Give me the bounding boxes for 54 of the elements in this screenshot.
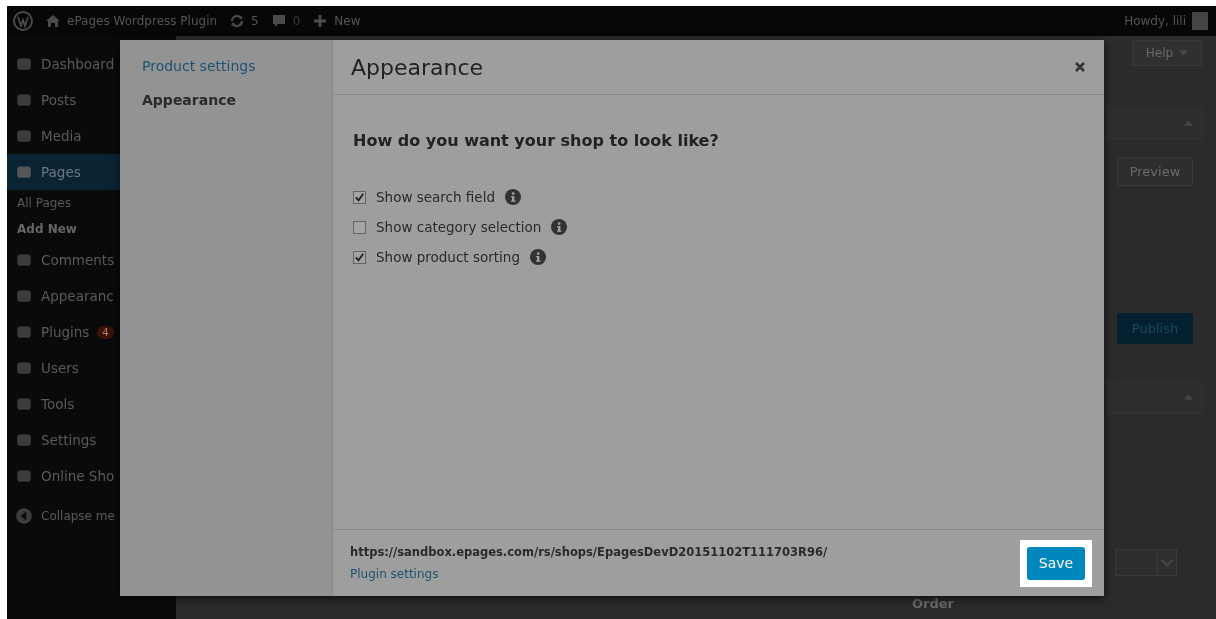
collapse-icon bbox=[15, 507, 33, 525]
collapse-menu-item[interactable]: Collapse me bbox=[7, 498, 176, 534]
menu-icon bbox=[15, 55, 33, 73]
option-label[interactable]: Show search field bbox=[376, 189, 495, 205]
option-label[interactable]: Show category selection bbox=[376, 219, 542, 235]
sidebar-item[interactable]: Tools bbox=[7, 386, 176, 422]
order-label: Order bbox=[912, 596, 954, 611]
section-question: How do you want your shop to look like? bbox=[353, 131, 720, 150]
comment-icon[interactable] bbox=[270, 13, 287, 29]
preview-button[interactable]: Preview bbox=[1117, 157, 1193, 186]
menu-icon bbox=[15, 163, 33, 181]
checkbox[interactable] bbox=[353, 220, 366, 234]
sidebar-item[interactable]: Plugins 4 bbox=[7, 314, 176, 350]
sidebar-item[interactable]: Online Sho bbox=[7, 458, 176, 494]
menu-icon bbox=[15, 431, 33, 449]
caret-icon bbox=[1179, 50, 1189, 56]
menu-icon bbox=[15, 395, 33, 413]
save-button[interactable]: Save bbox=[1027, 546, 1085, 580]
site-title-link[interactable]: ePages Wordpress Plugin bbox=[67, 14, 218, 28]
menu-icon bbox=[15, 91, 33, 109]
menu-icon bbox=[15, 467, 33, 485]
select-field[interactable] bbox=[1115, 549, 1177, 576]
info-icon[interactable] bbox=[551, 219, 568, 235]
sidebar-item[interactable]: Media bbox=[7, 118, 176, 154]
greeting-link[interactable]: Howdy, lili bbox=[1124, 14, 1186, 28]
sidebar-item[interactable]: Appearanc bbox=[7, 278, 176, 314]
dialog-title: Appearance bbox=[351, 54, 484, 80]
plugin-settings-link[interactable]: Plugin settings bbox=[350, 566, 439, 581]
menu-icon bbox=[15, 359, 33, 377]
plus-icon[interactable] bbox=[312, 13, 329, 29]
chevron-icon bbox=[1157, 550, 1176, 575]
updates-count[interactable]: 5 bbox=[251, 14, 259, 28]
checkbox[interactable] bbox=[353, 250, 366, 264]
refresh-icon[interactable] bbox=[229, 13, 246, 29]
menu-icon bbox=[15, 287, 33, 305]
dialog-nav-item[interactable]: Product settings bbox=[142, 58, 332, 74]
update-count-badge: 4 bbox=[97, 325, 114, 339]
help-tab[interactable]: Help bbox=[1132, 40, 1202, 66]
sidebar-item[interactable]: Users bbox=[7, 350, 176, 386]
close-icon[interactable] bbox=[1074, 61, 1086, 73]
sidebar-item[interactable]: Comments bbox=[7, 242, 176, 278]
sidebar-item[interactable]: Settings bbox=[7, 422, 176, 458]
new-link[interactable]: New bbox=[334, 14, 361, 28]
menu-icon bbox=[15, 127, 33, 145]
option-label[interactable]: Show product sorting bbox=[376, 249, 520, 265]
info-icon[interactable] bbox=[529, 249, 546, 265]
wordpress-logo-icon[interactable] bbox=[13, 11, 33, 31]
menu-icon bbox=[15, 251, 33, 269]
menu-icon bbox=[15, 323, 33, 341]
home-icon[interactable] bbox=[45, 13, 61, 29]
shop-url: https://sandbox.epages.com/rs/shops/EpagesDevD20151102T111703R96/ bbox=[350, 544, 828, 559]
checkbox[interactable] bbox=[353, 190, 366, 204]
dialog-nav-item[interactable]: Appearance bbox=[142, 92, 332, 108]
info-icon[interactable] bbox=[505, 189, 521, 205]
